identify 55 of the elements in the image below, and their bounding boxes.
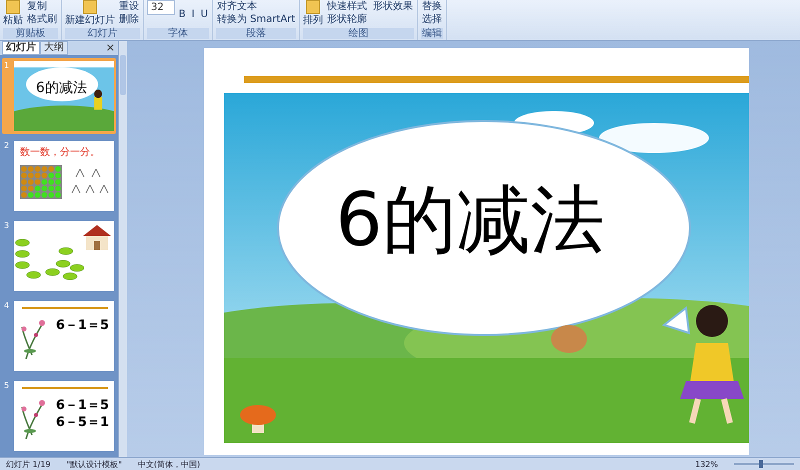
- ribbon-command[interactable]: 替换: [421, 0, 444, 13]
- equation-text: 6－1＝5: [56, 317, 109, 334]
- group-label: 幻灯片: [65, 28, 140, 39]
- house-icon: [82, 224, 112, 250]
- ribbon-command[interactable]: 删除: [118, 13, 140, 26]
- slide-thumbnail[interactable]: 6的减法: [14, 61, 114, 131]
- bead-grid-drawing: [20, 165, 62, 199]
- slide-thumbnail[interactable]: [14, 221, 114, 291]
- theme-name: "默认设计模板": [66, 458, 122, 470]
- ribbon-button[interactable]: 新建幻灯片: [65, 0, 115, 26]
- thumbnail-row[interactable]: 1 6的减法: [2, 58, 116, 134]
- ribbon-command[interactable]: 对齐文本: [216, 0, 296, 13]
- slide-thumbnail[interactable]: 6－1＝5: [14, 301, 114, 371]
- slide-thumbnail[interactable]: 数一数，分一分。: [14, 141, 114, 211]
- slide-number: 4: [4, 301, 10, 312]
- slide-number: 5: [4, 381, 10, 392]
- ribbon-command[interactable]: 形状效果: [372, 0, 414, 13]
- close-button[interactable]: ×: [102, 42, 118, 54]
- thumbnail-row[interactable]: 5 6－1＝5 6－5＝1: [2, 378, 116, 454]
- zoom-level[interactable]: 132%: [695, 460, 718, 468]
- slide-thumbnail[interactable]: 6－1＝5 6－5＝1: [14, 381, 114, 451]
- thumbnail-row[interactable]: 2 数一数，分一分。: [2, 138, 116, 214]
- font-size-field[interactable]: 32: [147, 0, 175, 15]
- ribbon-command[interactable]: 形状轮廓: [326, 13, 368, 26]
- panel-tab[interactable]: 幻灯片: [2, 41, 40, 55]
- instruction-text: 数一数，分一分。: [20, 146, 100, 159]
- ribbon-command[interactable]: 重设: [118, 0, 140, 13]
- ribbon-command[interactable]: 格式刷: [26, 13, 58, 26]
- thumbnail-row[interactable]: 4 6－1＝5: [2, 298, 116, 374]
- group-label: 字体: [147, 28, 209, 39]
- ribbon-command[interactable]: I: [190, 0, 196, 28]
- equation-text: 6－1＝5: [56, 397, 109, 414]
- ribbon-command[interactable]: 复制: [26, 0, 58, 13]
- slide-title: 6的减法: [36, 79, 87, 97]
- slide-number: 1: [4, 61, 10, 72]
- ribbon-button[interactable]: 排列: [303, 0, 324, 26]
- ribbon-button[interactable]: 粘贴: [3, 0, 23, 26]
- group-label: 剪贴板: [3, 28, 58, 39]
- equation-text: 6－5＝1: [56, 414, 109, 431]
- ribbon-command[interactable]: 转换为 SmartArt: [216, 13, 296, 26]
- language-indicator: 中文(简体，中国): [138, 458, 200, 470]
- panel-tab[interactable]: 大纲: [40, 41, 68, 55]
- scrollbar[interactable]: [119, 41, 127, 457]
- group-label: 段落: [216, 28, 296, 39]
- ribbon-command[interactable]: 快速样式: [326, 0, 368, 13]
- zoom-slider-thumb[interactable]: [759, 460, 763, 468]
- ribbon-command[interactable]: U: [200, 0, 209, 28]
- group-label: 绘图: [303, 28, 414, 39]
- slide-title: 6的减法: [336, 176, 605, 265]
- slide-number: 3: [4, 221, 10, 232]
- slide-counter: 幻灯片 1/19: [6, 458, 51, 470]
- ribbon-command[interactable]: B: [178, 0, 187, 28]
- group-label: 编辑: [421, 28, 444, 39]
- ribbon-command[interactable]: 选择: [421, 13, 444, 26]
- slide-number: 2: [4, 141, 10, 152]
